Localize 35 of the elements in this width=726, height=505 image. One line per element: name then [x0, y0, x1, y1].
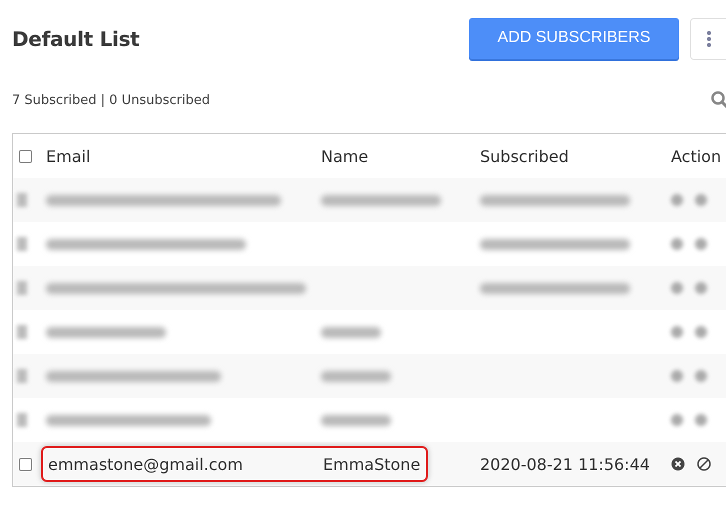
remove-icon[interactable]: [671, 457, 685, 471]
blurred-icon: [671, 326, 683, 338]
blurred-checkbox[interactable]: [17, 237, 27, 251]
column-header: Email: [46, 146, 92, 166]
email-cell-text: emmastone@gmail.com: [48, 454, 244, 474]
blurred-icon: [671, 238, 683, 250]
select-all-checkbox[interactable]: [19, 150, 32, 162]
blurred-icon: [695, 238, 707, 250]
column-header: Name: [321, 146, 370, 166]
blurred-icon: [695, 370, 707, 382]
blurred-icon: [671, 194, 683, 206]
blurred-checkbox[interactable]: [17, 281, 27, 295]
subscriber-counts: 7 Subscribed | 0 Unsubscribed: [12, 92, 211, 108]
blurred-checkbox[interactable]: [17, 369, 27, 383]
blurred-icon: [695, 414, 707, 426]
column-header: Subscribed: [480, 146, 570, 166]
block-icon[interactable]: [697, 457, 711, 471]
blurred-checkbox[interactable]: [17, 325, 27, 339]
search-icon[interactable]: [710, 90, 726, 110]
blurred-icon: [671, 414, 683, 426]
more-button[interactable]: [690, 18, 726, 60]
blurred-checkbox[interactable]: [17, 413, 27, 427]
blurred-icon: [671, 282, 683, 294]
name-cell-text: EmmaStone: [323, 454, 422, 474]
page-title: Default List: [12, 26, 140, 50]
blurred-icon: [695, 326, 707, 338]
date-cell-text: 2020-08-21 11:56:44: [480, 454, 651, 474]
blurred-checkbox[interactable]: [17, 193, 27, 207]
row-checkbox[interactable]: [19, 458, 32, 470]
column-header: Action: [671, 146, 722, 166]
more-icon: [707, 30, 711, 46]
add-subscribers-button[interactable]: ADD SUBSCRIBERS: [469, 18, 679, 58]
blurred-icon: [671, 370, 683, 382]
blurred-icon: [695, 194, 707, 206]
blurred-icon: [695, 282, 707, 294]
